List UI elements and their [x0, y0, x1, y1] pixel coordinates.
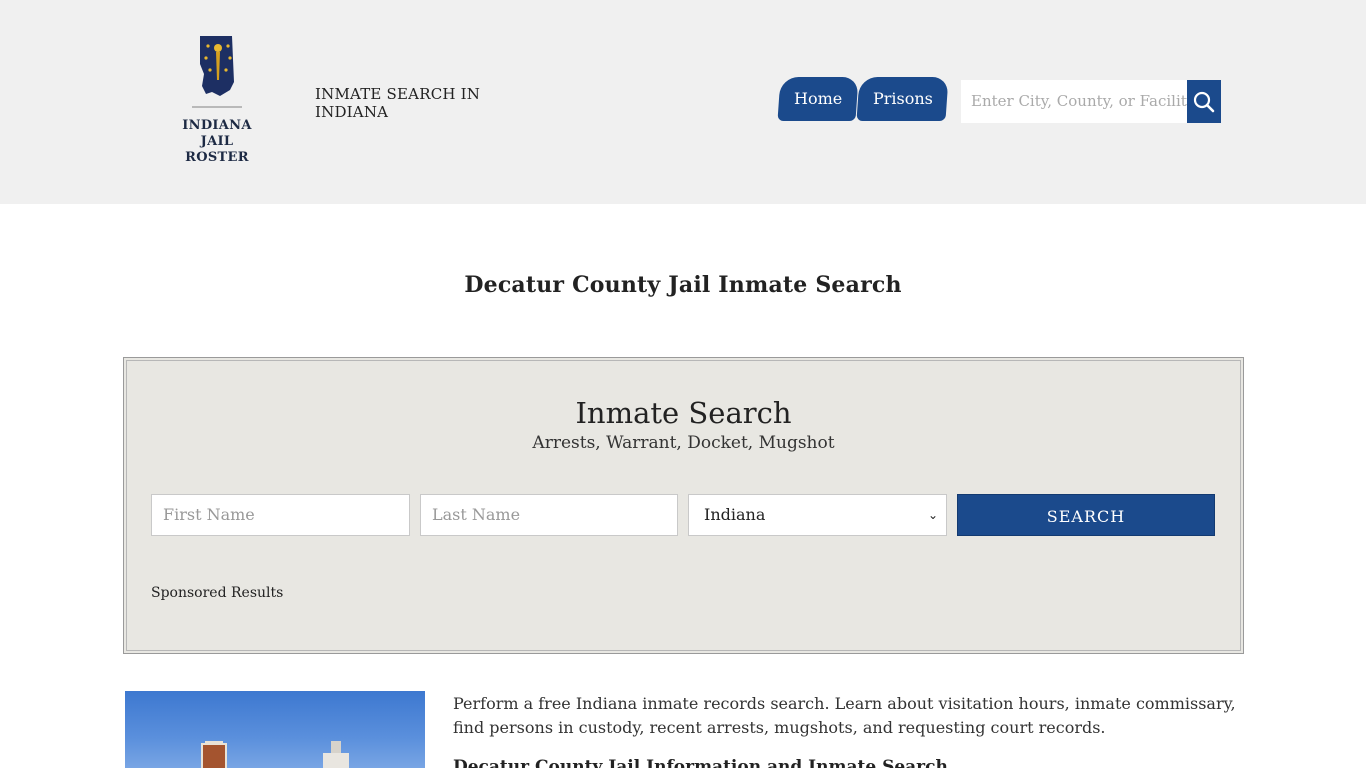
photo-brick-tower	[201, 743, 227, 768]
site-header: INDIANA JAIL ROSTER INMATE SEARCH IN IND…	[0, 0, 1366, 204]
indiana-map-icon	[200, 36, 234, 96]
site-logo[interactable]: INDIANA JAIL ROSTER	[168, 34, 268, 165]
nav-home-button[interactable]: Home	[777, 77, 859, 121]
logo-divider	[192, 106, 242, 108]
first-name-input[interactable]: First Name	[151, 494, 410, 536]
search-icon	[1193, 91, 1215, 113]
panel-title: Inmate Search	[575, 396, 792, 430]
site-search-input[interactable]: Enter City, County, or Facility	[961, 80, 1187, 123]
last-name-placeholder: Last Name	[432, 505, 521, 524]
site-search-button[interactable]	[1187, 80, 1221, 123]
nav-home-label: Home	[793, 89, 843, 108]
first-name-placeholder: First Name	[163, 505, 255, 524]
state-select[interactable]: Indiana ⌄	[688, 494, 947, 536]
intro-paragraph: Perform a free Indiana inmate records se…	[453, 694, 1236, 737]
logo-text: INDIANA JAIL ROSTER	[168, 118, 266, 166]
sponsored-results-label: Sponsored Results	[151, 585, 284, 601]
last-name-input[interactable]: Last Name	[420, 494, 678, 536]
site-search-placeholder: Enter City, County, or Facility	[971, 92, 1187, 110]
nav-prisons-label: Prisons	[872, 89, 933, 108]
photo-white-tower	[323, 753, 349, 768]
panel-subtitle: Arrests, Warrant, Docket, Mugshot	[532, 433, 835, 453]
jail-building-photo	[125, 691, 425, 768]
section-heading: Decatur County Jail Information and Inma…	[453, 757, 948, 768]
state-selected-value: Indiana	[704, 505, 766, 524]
logo-text-line1: INDIANA	[182, 118, 252, 133]
logo-text-line2: JAIL ROSTER	[185, 134, 249, 165]
nav-prisons-button[interactable]: Prisons	[856, 77, 949, 121]
page-title: Decatur County Jail Inmate Search	[464, 272, 902, 298]
search-submit-button[interactable]: SEARCH	[957, 494, 1215, 536]
site-tagline: INMATE SEARCH IN INDIANA	[315, 85, 481, 121]
chevron-down-icon: ⌄	[927, 508, 938, 522]
inmate-search-panel: Inmate Search Arrests, Warrant, Docket, …	[123, 357, 1244, 654]
